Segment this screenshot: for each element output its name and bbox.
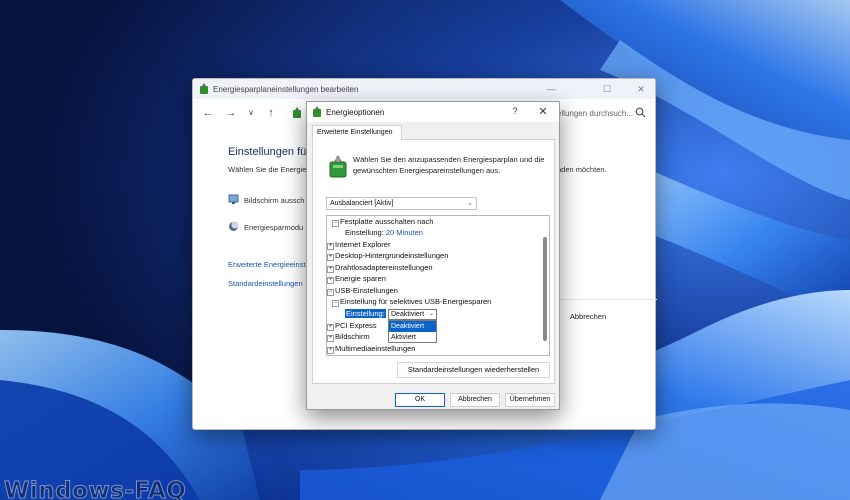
maximize-button[interactable]: ☐ bbox=[597, 82, 617, 96]
tree-item-label: Internet Explorer bbox=[335, 240, 391, 249]
tree-item-label: Energie sparen bbox=[335, 274, 386, 283]
expand-icon[interactable]: + bbox=[327, 266, 334, 273]
tree-item-pci[interactable]: + PCI Express bbox=[327, 320, 377, 331]
expand-icon[interactable]: + bbox=[327, 243, 334, 250]
back-arrow-icon[interactable]: ← bbox=[201, 106, 215, 120]
combo-value: Deaktiviert bbox=[391, 311, 425, 318]
power-plan-value: Ausbalanciert [Aktiv] bbox=[330, 200, 394, 207]
power-options-icon bbox=[313, 106, 321, 117]
expand-icon[interactable]: + bbox=[327, 347, 334, 354]
tree-item-festplatte[interactable]: − Festplatte ausschalten nach bbox=[332, 216, 433, 227]
up-arrow-icon[interactable]: ↑ bbox=[264, 106, 278, 120]
scrollbar-thumb[interactable] bbox=[543, 237, 547, 341]
page-title: Einstellungen für bbox=[228, 146, 310, 158]
tree-item-desktop[interactable]: + Desktop-Hintergrundeinstellungen bbox=[327, 250, 448, 261]
minimize-button[interactable]: — bbox=[541, 82, 561, 96]
expand-icon[interactable]: + bbox=[327, 254, 334, 261]
background-window-title: Energiesparplaneinstellungen bearbeiten bbox=[213, 85, 359, 94]
background-cancel-button[interactable]: Abbrechen bbox=[557, 309, 619, 325]
search-icon bbox=[635, 107, 646, 118]
display-off-label: Bildschirm aussch bbox=[244, 196, 305, 205]
search-input[interactable]: Einstellungen durchsuch... bbox=[539, 105, 649, 121]
tree-item-label: Desktop-Hintergrundeinstellungen bbox=[335, 251, 449, 260]
tree-scrollbar[interactable] bbox=[542, 217, 548, 354]
power-options-dialog: Energieoptionen ? ✕ Erweiterte Einstellu… bbox=[306, 101, 560, 410]
selected-setting-label: Einstellung: bbox=[345, 309, 386, 318]
restore-defaults-link[interactable]: Standardeinstellungen bbox=[228, 279, 303, 288]
advanced-settings-link[interactable]: Erweiterte Energieeinst bbox=[228, 260, 306, 269]
dialog-close-button[interactable]: ✕ bbox=[535, 104, 551, 120]
tree-item-festplatte-setting[interactable]: Einstellung: 20 Minuten bbox=[345, 227, 423, 238]
tree-item-drahtlos[interactable]: + Drahtlosadaptereinstellungen bbox=[327, 262, 433, 273]
watermark: Windows-FAQ bbox=[3, 478, 187, 500]
tree-item-usb-setting[interactable]: Einstellung: bbox=[345, 308, 386, 319]
sleep-moon-icon bbox=[229, 221, 239, 231]
forward-arrow-icon[interactable]: → bbox=[224, 106, 238, 120]
tree-item-usb-selective[interactable]: − Einstellung für selektives USB-Energies… bbox=[332, 296, 491, 307]
background-window-titlebar: Energiesparplaneinstellungen bearbeiten … bbox=[193, 79, 655, 99]
chevron-down-icon: ⌄ bbox=[428, 311, 434, 317]
power-plan-icon bbox=[200, 83, 208, 94]
expand-icon[interactable]: + bbox=[327, 335, 334, 342]
usb-setting-dropdown: Deaktiviert Aktiviert bbox=[388, 320, 437, 343]
sleep-mode-label: Energiesparmodu bbox=[244, 223, 304, 232]
setting-label: Einstellung: bbox=[345, 228, 384, 237]
help-button[interactable]: ? bbox=[509, 106, 521, 118]
tree-item-usb[interactable]: − USB-Einstellungen bbox=[327, 285, 398, 296]
expand-icon[interactable]: + bbox=[327, 277, 334, 284]
recent-dropdown-icon[interactable]: ∨ bbox=[244, 106, 258, 120]
tree-item-label: Festplatte ausschalten nach bbox=[340, 217, 434, 226]
settings-panel: Wählen Sie den anzupassenden Energiespar… bbox=[312, 139, 555, 384]
tree-item-label: Multimediaeinstellungen bbox=[335, 344, 416, 353]
dropdown-option-deaktiviert[interactable]: Deaktiviert bbox=[389, 321, 436, 332]
collapse-icon[interactable]: − bbox=[332, 300, 339, 307]
settings-tree[interactable]: − Festplatte ausschalten nach Einstellung… bbox=[326, 215, 550, 356]
page-description: Wählen Sie die Energie bbox=[228, 165, 307, 174]
tree-item-label: Einstellung für selektives USB-Energiesp… bbox=[340, 297, 492, 306]
apply-button[interactable]: Übernehmen bbox=[505, 393, 555, 407]
expand-icon[interactable]: + bbox=[327, 324, 334, 331]
tree-item-bildschirm[interactable]: + Bildschirm bbox=[327, 331, 370, 342]
tree-item-multimedia[interactable]: + Multimediaeinstellungen bbox=[327, 343, 415, 354]
collapse-icon[interactable]: − bbox=[327, 289, 334, 296]
control-panel-icon bbox=[293, 107, 301, 118]
monitor-icon bbox=[228, 194, 239, 204]
ok-button[interactable]: OK bbox=[395, 393, 445, 407]
setting-value-link[interactable]: 20 Minuten bbox=[386, 228, 423, 237]
restore-defaults-button[interactable]: Standardeinstellungen wiederherstellen bbox=[397, 362, 550, 378]
tree-item-label: Bildschirm bbox=[335, 332, 370, 341]
usb-setting-combo[interactable]: Deaktiviert ⌄ bbox=[388, 309, 437, 320]
tab-advanced-settings[interactable]: Erweiterte Einstellungen bbox=[312, 125, 402, 140]
tree-item-label: USB-Einstellungen bbox=[335, 286, 398, 295]
tree-item-label: Drahtlosadaptereinstellungen bbox=[335, 263, 433, 272]
chevron-down-icon: ⌄ bbox=[467, 200, 473, 207]
window-close-button[interactable]: ✕ bbox=[631, 82, 651, 96]
dialog-title: Energieoptionen bbox=[326, 108, 385, 117]
tree-item-internet-explorer[interactable]: + Internet Explorer bbox=[327, 239, 390, 250]
power-plan-battery-icon bbox=[329, 155, 347, 178]
divider bbox=[553, 299, 657, 300]
tree-item-label: PCI Express bbox=[335, 321, 377, 330]
power-plan-select[interactable]: Ausbalanciert [Aktiv] ⌄ bbox=[326, 197, 477, 210]
page-description-end: nden möchten. bbox=[557, 165, 607, 174]
cancel-button[interactable]: Abbrechen bbox=[450, 393, 500, 407]
dialog-titlebar: Energieoptionen ? ✕ bbox=[307, 102, 559, 122]
collapse-icon[interactable]: − bbox=[332, 220, 339, 227]
dialog-description: Wählen Sie den anzupassenden Energiespar… bbox=[353, 155, 545, 175]
tree-item-energie[interactable]: + Energie sparen bbox=[327, 273, 386, 284]
dropdown-option-aktiviert[interactable]: Aktiviert bbox=[389, 332, 436, 343]
